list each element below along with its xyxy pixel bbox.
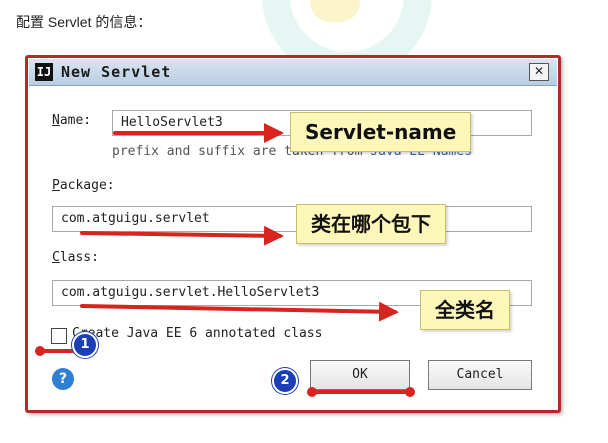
ok-button[interactable]: OK	[310, 360, 410, 390]
step-badge-1: 1	[72, 332, 98, 358]
close-icon[interactable]: ✕	[529, 63, 549, 81]
step-badge-2: 2	[272, 368, 298, 394]
package-label: Package:	[52, 178, 115, 193]
annotated-class-checkbox[interactable]	[51, 328, 67, 344]
package-label-mnemonic: P	[52, 178, 60, 193]
package-input[interactable]: com.atguigu.servlet	[52, 206, 532, 232]
intellij-app-icon: IJ	[35, 63, 53, 81]
cancel-button[interactable]: Cancel	[428, 360, 532, 390]
callout-class: 全类名	[420, 290, 510, 330]
class-label: Class:	[52, 250, 99, 265]
new-servlet-dialog: IJ New Servlet ✕ Name: HelloServlet3 pre…	[25, 55, 561, 413]
callout-package: 类在哪个包下	[296, 204, 446, 244]
dialog-titlebar[interactable]: IJ New Servlet ✕	[29, 59, 557, 86]
class-label-rest: lass:	[59, 250, 99, 265]
callout-servlet-name: Servlet-name	[290, 112, 472, 152]
help-icon[interactable]: ?	[52, 368, 74, 390]
name-label-rest: ame:	[59, 113, 92, 128]
class-label-mnemonic: C	[52, 250, 60, 265]
dialog-title: New Servlet	[61, 63, 172, 81]
annotated-class-label: Create Java EE 6 annotated class	[72, 326, 323, 341]
name-label-mnemonic: N	[52, 113, 60, 128]
name-label: Name:	[52, 113, 91, 128]
page-caption: 配置 Servlet 的信息：	[16, 14, 152, 30]
package-label-rest: ackage:	[59, 178, 115, 193]
